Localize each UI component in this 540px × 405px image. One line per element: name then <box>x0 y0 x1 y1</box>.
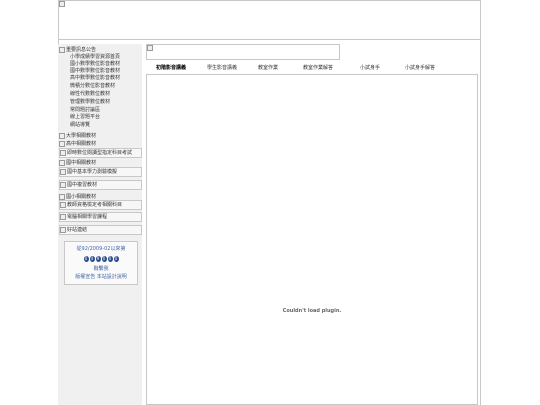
broken-image-icon <box>59 159 65 166</box>
sidebar-link[interactable]: 高中數學數位影音教材 <box>70 75 120 81</box>
sidebar-row-label: 電腦相關學習課程 <box>67 214 108 220</box>
sidebar-row[interactable]: 國小相關教材 <box>59 193 96 200</box>
broken-image-icon <box>60 226 66 233</box>
tab-intro-lectures[interactable]: 初階影音講義 <box>156 64 186 71</box>
site-banner <box>58 0 481 40</box>
sidebar-row[interactable]: 教師資格檢定考相關科目 <box>59 200 142 210</box>
sidebar-link[interactable]: 小學成績學習資源首頁 <box>70 54 120 60</box>
sidebar-row[interactable]: 好站連結 <box>59 225 142 235</box>
sidebar-row-label: 即時數位閱讀型指定科目考試 <box>67 150 133 156</box>
counter-digit: 0 <box>83 256 89 262</box>
tab-quiz[interactable]: 小試身手 <box>360 64 380 71</box>
copyright-link[interactable]: 版權宣告 本站設計說明 <box>65 273 137 280</box>
tab-classwork-answers[interactable]: 教室作業解答 <box>303 64 333 71</box>
sidebar-row-label: 國中基本學力測驗模擬 <box>67 169 118 175</box>
broken-image-icon <box>59 132 65 139</box>
broken-image-icon <box>60 201 66 208</box>
sidebar-row[interactable]: 大學相關教材 <box>59 132 96 139</box>
sidebar-link[interactable]: 線性代數數位教材 <box>70 91 110 97</box>
broken-image-icon <box>59 193 65 200</box>
sidebar-row-label: 大學相關教材 <box>66 133 97 139</box>
counter-digit: 4 <box>89 256 95 262</box>
sidebar-row-label: 國中相關教材 <box>66 160 97 166</box>
counter-digit: 0 <box>107 256 113 262</box>
sidebar-link[interactable]: 管理數學數位教材 <box>70 99 110 105</box>
broken-image-icon <box>60 213 66 220</box>
sidebar-link[interactable]: 國中數學數位影音教材 <box>70 68 120 74</box>
plugin-error-message: Couldn't load plugin. <box>282 308 342 314</box>
sidebar-link[interactable]: 國小數學數位影音教材 <box>70 61 120 67</box>
counter-digit: 9 <box>95 256 101 262</box>
broken-image-icon <box>59 46 65 53</box>
contact-link[interactable]: 聯繫我 <box>65 265 137 272</box>
sidebar-row[interactable]: 電腦相關學習課程 <box>59 212 142 222</box>
broken-image-icon <box>59 1 65 7</box>
sidebar-row-label: 好站連結 <box>67 227 88 233</box>
announcement-link[interactable]: 重要訊息公告 <box>59 46 96 53</box>
sidebar-row-label: 教師資格檢定考相關科目 <box>67 202 123 208</box>
counter-digit: 0 <box>113 256 119 262</box>
broken-image-icon <box>147 45 153 51</box>
tab-student-lectures[interactable]: 學生影音講義 <box>207 64 237 71</box>
sidebar-row[interactable]: 即時數位閱讀型指定科目考試 <box>59 148 142 158</box>
sidebar-row-label: 國中複習教材 <box>67 182 98 188</box>
broken-image-icon <box>60 149 66 156</box>
sidebar-link[interactable]: 微積分數位影音教材 <box>70 83 115 89</box>
counter-digit: 0 <box>101 256 107 262</box>
broken-image-icon <box>60 168 66 175</box>
content-tabs: 初階影音講義 學生影音講義 教室作業 教室作業解答 小試身手 小試身手解答 <box>146 62 476 74</box>
sidebar-row[interactable]: 國中複習教材 <box>59 180 142 190</box>
sidebar-row[interactable]: 高中相關教材 <box>59 140 96 147</box>
content-panel: Couldn't load plugin. <box>146 74 478 405</box>
broken-image-icon <box>59 140 65 147</box>
counter-digits: 0 4 9 0 0 0 <box>65 256 137 262</box>
sidebar-link[interactable]: 網站導覽 <box>70 122 90 128</box>
sidebar-link[interactable]: 線上習題平台 <box>70 114 100 120</box>
tab-quiz-answers[interactable]: 小試身手解答 <box>405 64 435 71</box>
sidebar-link[interactable]: 常問題討論區 <box>70 107 100 113</box>
tab-classwork[interactable]: 教室作業 <box>258 64 278 71</box>
sidebar-row[interactable]: 國中相關教材 <box>59 159 96 166</box>
visitor-counter: 從92/2009-02以來第 0 4 9 0 0 0 聯繫我 版權宣告 本站設計… <box>64 241 138 285</box>
announcement-label: 重要訊息公告 <box>66 47 97 53</box>
broken-image-icon <box>60 181 66 188</box>
sidebar-row[interactable]: 國中基本學力測驗模擬 <box>59 167 142 177</box>
counter-since-text: 從92/2009-02以來第 <box>76 246 126 252</box>
sidebar-row-label: 高中相關教材 <box>66 141 97 147</box>
content-header-image <box>146 44 340 60</box>
